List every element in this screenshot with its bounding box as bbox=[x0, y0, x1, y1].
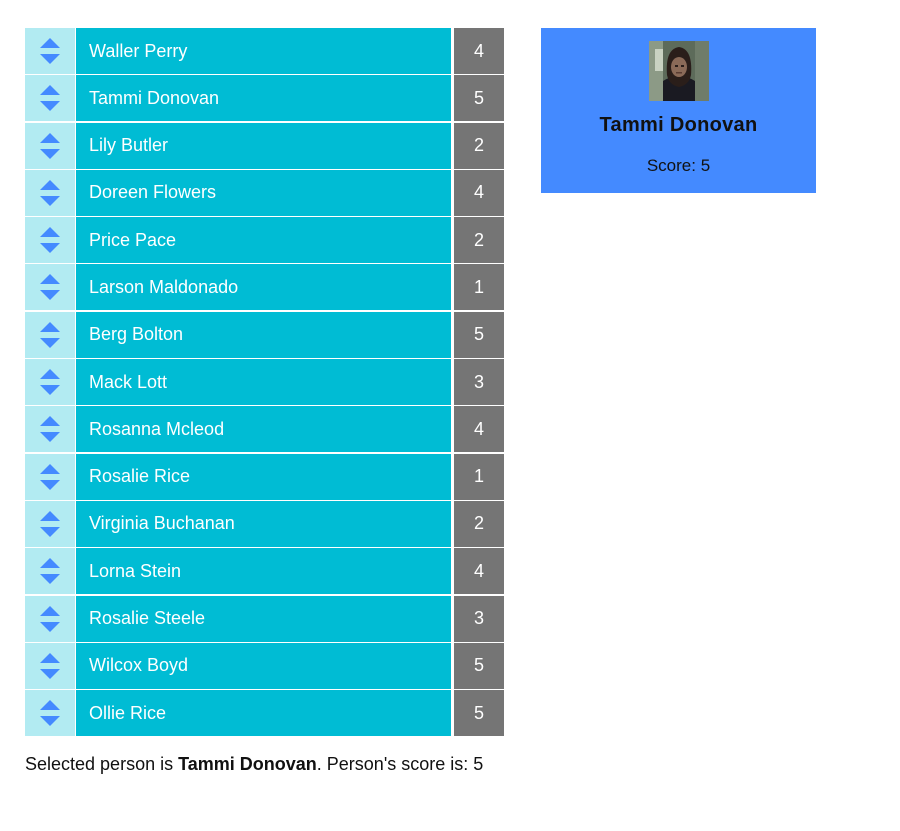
person-row[interactable]: Waller Perry 4 bbox=[25, 28, 504, 74]
person-row[interactable]: Virginia Buchanan 2 bbox=[25, 500, 504, 547]
drag-handle[interactable] bbox=[25, 642, 75, 689]
person-name[interactable]: Waller Perry bbox=[76, 28, 451, 74]
drag-handle[interactable] bbox=[25, 169, 75, 216]
person-score: 1 bbox=[454, 453, 504, 500]
person-score: 5 bbox=[454, 311, 504, 358]
drag-handle[interactable] bbox=[25, 406, 75, 453]
selection-status: Selected person is Tammi Donovan. Person… bbox=[25, 754, 483, 775]
drag-handle[interactable] bbox=[25, 311, 75, 358]
person-name[interactable]: Berg Bolton bbox=[76, 311, 451, 358]
drag-sort-icon bbox=[40, 700, 60, 727]
drag-handle[interactable] bbox=[25, 122, 75, 169]
drag-sort-icon bbox=[40, 321, 60, 348]
drag-sort-icon bbox=[40, 132, 60, 159]
person-score: 3 bbox=[454, 359, 504, 406]
person-score: 3 bbox=[454, 595, 504, 642]
person-list: Waller Perry 4 Tammi Donovan 5 Lily Butler 2 D… bbox=[25, 28, 504, 737]
card-person-name: Tammi Donovan bbox=[599, 114, 758, 136]
drag-sort-icon bbox=[40, 85, 60, 112]
drag-sort-icon bbox=[40, 510, 60, 537]
person-name[interactable]: Tammi Donovan bbox=[76, 75, 451, 122]
drag-handle[interactable] bbox=[25, 548, 75, 595]
status-prefix: Selected person is bbox=[25, 754, 179, 774]
drag-sort-icon bbox=[40, 38, 60, 64]
person-score: 4 bbox=[454, 169, 504, 216]
drag-handle[interactable] bbox=[25, 359, 75, 406]
status-suffix: . Person's score is: 5 bbox=[316, 754, 484, 774]
app-root: Waller Perry 4 Tammi Donovan 5 Lily Butler 2 D… bbox=[0, 0, 900, 831]
drag-sort-icon bbox=[40, 416, 60, 443]
person-row[interactable]: Larson Maldonado 1 bbox=[25, 264, 504, 311]
drag-handle[interactable] bbox=[25, 453, 75, 500]
avatar bbox=[649, 41, 709, 101]
person-name[interactable]: Lorna Stein bbox=[76, 548, 451, 595]
person-row[interactable]: Ollie Rice 5 bbox=[25, 690, 504, 737]
person-score: 2 bbox=[454, 217, 504, 264]
drag-handle[interactable] bbox=[25, 28, 75, 74]
person-name[interactable]: Ollie Rice bbox=[76, 690, 451, 737]
drag-handle[interactable] bbox=[25, 75, 75, 122]
person-row[interactable]: Mack Lott 3 bbox=[25, 359, 504, 406]
drag-handle[interactable] bbox=[25, 595, 75, 642]
person-row[interactable]: Rosalie Steele 3 bbox=[25, 595, 504, 642]
person-name[interactable]: Wilcox Boyd bbox=[76, 642, 451, 689]
person-score: 1 bbox=[454, 264, 504, 311]
person-row[interactable]: Doreen Flowers 4 bbox=[25, 169, 504, 216]
person-row[interactable]: Lorna Stein 4 bbox=[25, 548, 504, 595]
person-row[interactable]: Price Pace 2 bbox=[25, 217, 504, 264]
person-score: 5 bbox=[454, 75, 504, 122]
person-row[interactable]: Rosalie Rice 1 bbox=[25, 453, 504, 500]
drag-sort-icon bbox=[40, 179, 60, 206]
drag-handle[interactable] bbox=[25, 264, 75, 311]
card-person-score: Score: 5 bbox=[646, 156, 711, 175]
person-score: 4 bbox=[454, 28, 504, 74]
person-name[interactable]: Larson Maldonado bbox=[76, 264, 451, 311]
person-row[interactable]: Wilcox Boyd 5 bbox=[25, 642, 504, 689]
drag-sort-icon bbox=[40, 274, 60, 301]
selected-person-card: Tammi Donovan Score: 5 bbox=[541, 28, 816, 193]
drag-sort-icon bbox=[40, 463, 60, 490]
person-score: 4 bbox=[454, 406, 504, 453]
person-name[interactable]: Rosalie Rice bbox=[76, 453, 451, 500]
drag-sort-icon bbox=[40, 227, 60, 254]
person-score: 4 bbox=[454, 548, 504, 595]
person-row[interactable]: Tammi Donovan 5 bbox=[25, 75, 504, 122]
person-name[interactable]: Lily Butler bbox=[76, 122, 451, 169]
drag-sort-icon bbox=[40, 369, 60, 396]
person-name[interactable]: Doreen Flowers bbox=[76, 169, 451, 216]
person-score: 2 bbox=[454, 500, 504, 547]
drag-handle[interactable] bbox=[25, 690, 75, 737]
person-name[interactable]: Virginia Buchanan bbox=[76, 500, 451, 547]
drag-sort-icon bbox=[40, 652, 60, 679]
person-row[interactable]: Berg Bolton 5 bbox=[25, 311, 504, 358]
drag-handle[interactable] bbox=[25, 217, 75, 264]
status-person-name: Tammi Donovan bbox=[178, 754, 317, 774]
person-name[interactable]: Rosalie Steele bbox=[76, 595, 451, 642]
person-name[interactable]: Price Pace bbox=[76, 217, 451, 264]
person-score: 2 bbox=[454, 122, 504, 169]
person-row[interactable]: Rosanna Mcleod 4 bbox=[25, 406, 504, 453]
drag-handle[interactable] bbox=[25, 500, 75, 547]
person-name[interactable]: Mack Lott bbox=[76, 359, 451, 406]
person-score: 5 bbox=[454, 690, 504, 737]
person-score: 5 bbox=[454, 642, 504, 689]
drag-sort-icon bbox=[40, 558, 60, 585]
drag-sort-icon bbox=[40, 605, 60, 632]
person-name[interactable]: Rosanna Mcleod bbox=[76, 406, 451, 453]
person-row[interactable]: Lily Butler 2 bbox=[25, 122, 504, 169]
